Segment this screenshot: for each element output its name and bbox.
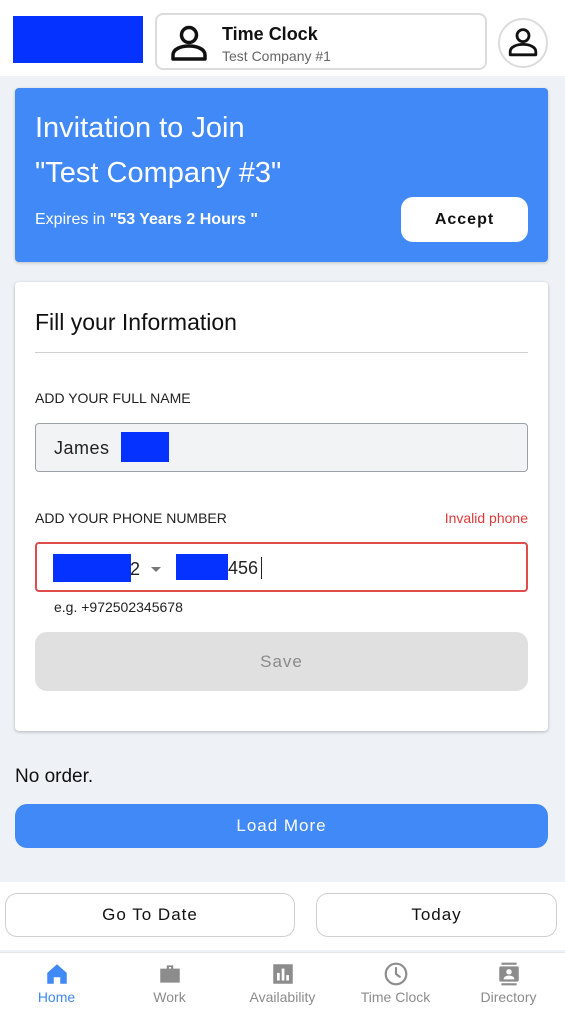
country-code-value: 2 <box>130 559 141 579</box>
bottom-nav: Home Work Availability Time Clock Direct… <box>0 952 565 1017</box>
expiry-value: "53 Years 2 Hours " <box>109 211 258 228</box>
save-button[interactable]: Save <box>35 632 528 691</box>
switcher-title: Time Clock <box>222 24 318 44</box>
full-name-label: ADD YOUR FULL NAME <box>35 390 191 406</box>
today-button[interactable]: Today <box>316 893 557 937</box>
date-bar: Go To Date Today <box>0 882 565 950</box>
home-icon <box>46 964 67 984</box>
fill-information-card: Fill your Information ADD YOUR FULL NAME… <box>15 282 548 731</box>
nav-label-directory: Directory <box>480 989 537 1005</box>
nav-item-home[interactable]: Home <box>0 961 113 1005</box>
invitation-title: Invitation to Join <box>35 112 245 144</box>
bar-chart-icon <box>272 964 293 984</box>
nav-item-time-clock[interactable]: Time Clock <box>339 961 452 1005</box>
company-switcher[interactable]: Time Clock Test Company #1 <box>155 13 487 70</box>
nav-item-directory[interactable]: Directory <box>452 961 565 1005</box>
invitation-company: "Test Company #3" <box>35 157 282 189</box>
phone-number-value: 456 <box>228 558 259 578</box>
card-heading: Fill your Information <box>35 309 237 335</box>
contacts-icon <box>498 962 519 986</box>
redacted-block <box>53 554 131 582</box>
full-name-value: James <box>54 438 110 458</box>
briefcase-icon <box>159 965 180 983</box>
invitation-banner: Invitation to Join "Test Company #3" Exp… <box>15 88 548 262</box>
accept-button[interactable]: Accept <box>401 197 528 242</box>
divider <box>35 352 528 353</box>
nav-label-time-clock: Time Clock <box>360 989 431 1005</box>
phone-label: ADD YOUR PHONE NUMBER <box>35 510 227 526</box>
redacted-block <box>176 554 228 580</box>
text-cursor <box>261 557 262 579</box>
empty-list-text: No order. <box>15 766 94 787</box>
account-button[interactable] <box>498 18 548 68</box>
expiry-prefix: Expires in <box>35 211 110 228</box>
phone-error-text: Invalid phone <box>444 510 528 526</box>
full-name-input[interactable]: James <box>35 423 528 472</box>
phone-hint: e.g. +972502345678 <box>54 599 183 615</box>
nav-item-availability[interactable]: Availability <box>226 961 339 1005</box>
chevron-down-icon[interactable] <box>151 567 161 572</box>
phone-input[interactable]: 2 456 <box>35 542 528 592</box>
go-to-date-button[interactable]: Go To Date <box>5 893 295 937</box>
nav-label-work: Work <box>153 989 186 1005</box>
nav-label-availability: Availability <box>249 989 316 1005</box>
person-icon <box>508 28 538 57</box>
nav-item-work[interactable]: Work <box>113 961 226 1005</box>
company-logo <box>13 16 143 63</box>
app-header: Time Clock Test Company #1 <box>0 0 565 76</box>
person-icon <box>171 25 207 61</box>
load-more-button[interactable]: Load More <box>15 804 548 848</box>
switcher-subtitle: Test Company #1 <box>222 48 331 64</box>
nav-label-home: Home <box>37 989 76 1005</box>
redacted-block <box>121 432 169 462</box>
invitation-expiry: Expires in "53 Years 2 Hours " <box>35 211 258 229</box>
clock-icon <box>384 962 407 986</box>
